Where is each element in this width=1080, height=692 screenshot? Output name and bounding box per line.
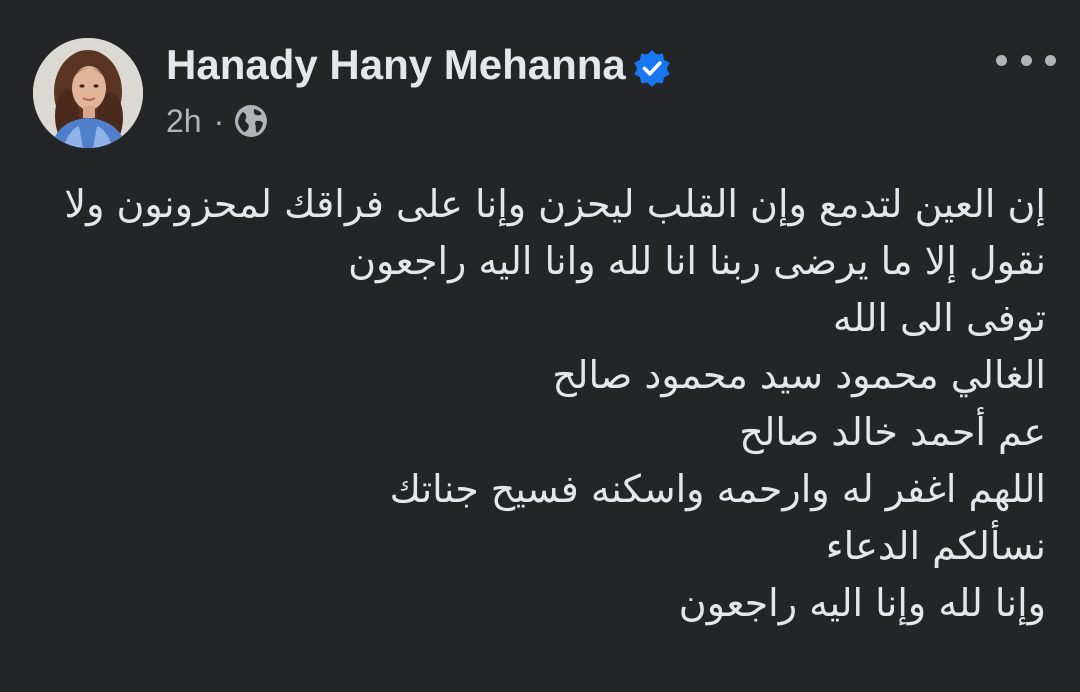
more-dot-icon — [996, 54, 1007, 66]
more-options-button[interactable] — [996, 44, 1056, 76]
more-dot-icon — [1020, 54, 1032, 66]
post-text-line: نقول إلا ما يرضى ربنا انا لله وانا اليه … — [348, 239, 1046, 283]
post-text-line: نسألكم الدعاء — [825, 524, 1046, 568]
post-text-line: الغالي محمود سيد محمود صالح — [552, 353, 1046, 397]
post-meta: 2h · — [166, 100, 268, 142]
meta-separator: · — [213, 103, 225, 139]
post-text-line: اللهم اغفر له وارحمه واسكنه فسيح جناتك — [389, 467, 1046, 511]
globe-icon[interactable] — [234, 104, 268, 138]
author-avatar[interactable] — [33, 38, 143, 148]
post-text-line: إن العين لتدمع وإن القلب ليحزن وإنا على … — [64, 182, 1046, 226]
profile-photo-icon — [33, 38, 143, 148]
post-text-line: وإنا لله وإنا اليه راجعون — [678, 581, 1046, 625]
author-name[interactable]: Hanady Hany Mehanna — [166, 40, 626, 90]
post-timestamp[interactable]: 2h — [166, 100, 202, 142]
post-text-line: عم أحمد خالد صالح — [739, 410, 1046, 454]
more-dot-icon — [1045, 54, 1056, 66]
verified-badge-icon — [634, 50, 670, 87]
post-text: إن العين لتدمع وإن القلب ليحزن وإنا على … — [26, 176, 1046, 632]
post-text-line: توفى الى الله — [832, 296, 1046, 340]
post-header: Hanady Hany Mehanna 2h · — [0, 0, 1080, 160]
